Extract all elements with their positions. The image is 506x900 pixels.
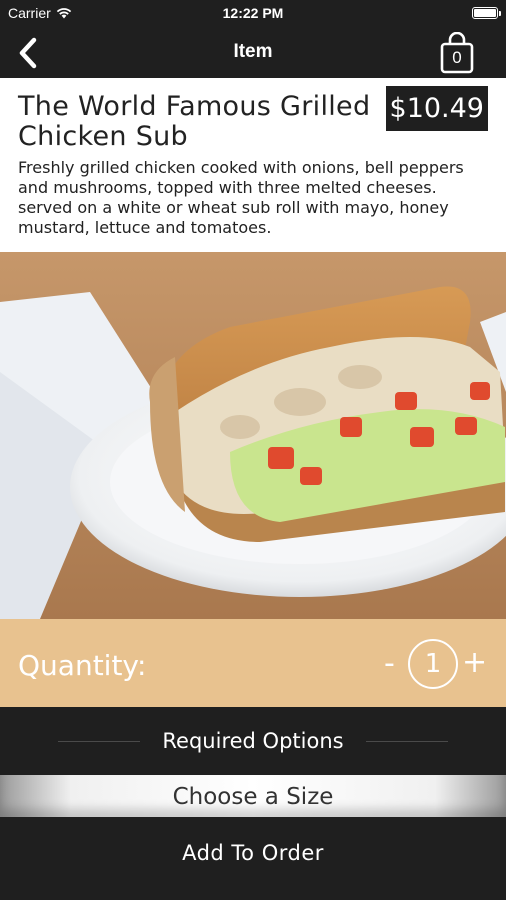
divider-right [366, 741, 448, 742]
item-name: The World Famous Grilled Chicken Sub [18, 91, 371, 152]
choose-size-label: Choose a Size [172, 784, 334, 810]
navigation-bar: Item 0 [0, 26, 506, 78]
battery-level [474, 9, 496, 17]
item-price: $10.49 [385, 86, 488, 131]
add-to-order-label: Add To Order [182, 841, 324, 865]
cart-button[interactable]: 0 [438, 31, 476, 74]
quantity-value: 1 [408, 639, 458, 689]
quantity-label: Quantity: [18, 649, 147, 682]
sandwich-image [0, 252, 506, 619]
required-options-header: Required Options [0, 707, 506, 775]
choose-size-option[interactable]: Choose a Size [0, 775, 506, 817]
cart-count: 0 [452, 48, 462, 67]
page-title: Item [233, 41, 273, 62]
status-bar: Carrier 12:22 PM [0, 0, 506, 26]
item-header: The World Famous Grilled Chicken Sub $10… [0, 78, 506, 252]
item-photo [0, 252, 506, 619]
quantity-bar: Quantity: - 1 + [0, 619, 506, 707]
add-to-order-button[interactable]: Add To Order [0, 817, 506, 900]
status-time: 12:22 PM [222, 5, 284, 21]
battery-icon [472, 7, 501, 19]
decrease-quantity-button[interactable]: - [384, 646, 395, 681]
item-description: Freshly grilled chicken cooked with onio… [18, 158, 464, 237]
increase-quantity-button[interactable]: + [462, 645, 487, 680]
